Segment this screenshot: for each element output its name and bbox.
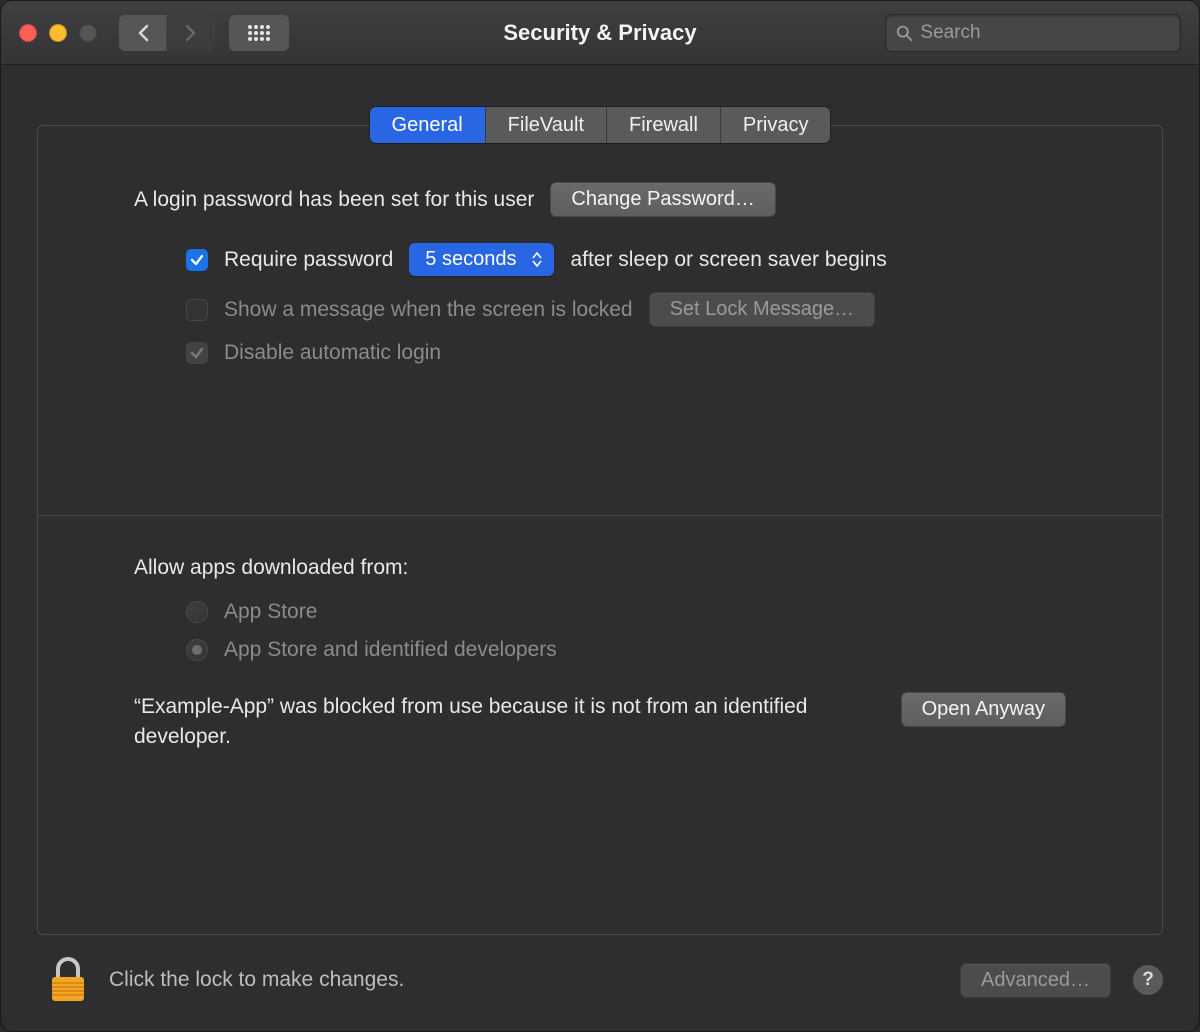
search-icon <box>896 24 912 42</box>
disable-auto-login-checkbox <box>186 342 208 364</box>
gatekeeper-option-identified: App Store and identified developers <box>134 638 1066 662</box>
question-mark-icon: ? <box>1142 969 1154 991</box>
login-password-row: A login password has been set for this u… <box>134 182 1066 217</box>
tab-firewall[interactable]: Firewall <box>607 107 721 143</box>
search-field[interactable] <box>885 14 1181 52</box>
updown-arrows-icon <box>532 252 542 267</box>
show-all-button[interactable] <box>229 15 289 51</box>
advanced-button: Advanced… <box>960 963 1111 998</box>
content-area: General FileVault Firewall Privacy A log… <box>1 65 1199 935</box>
traffic-lights <box>19 24 97 42</box>
chevron-right-icon <box>185 24 197 42</box>
password-delay-select[interactable]: 5 seconds <box>409 243 554 276</box>
open-anyway-button[interactable]: Open Anyway <box>901 692 1066 727</box>
tab-general[interactable]: General <box>370 107 486 143</box>
login-password-text: A login password has been set for this u… <box>134 188 534 212</box>
lock-text: Click the lock to make changes. <box>109 968 404 992</box>
grid-icon <box>248 25 270 41</box>
tab-filevault[interactable]: FileVault <box>486 107 607 143</box>
help-button[interactable]: ? <box>1133 965 1163 995</box>
titlebar: Security & Privacy <box>1 1 1199 65</box>
identified-radio <box>186 639 208 661</box>
blocked-app-row: “Example-App” was blocked from use becau… <box>134 692 1066 753</box>
after-sleep-label: after sleep or screen saver begins <box>570 248 886 272</box>
password-delay-value: 5 seconds <box>425 248 516 271</box>
show-message-checkbox <box>186 299 208 321</box>
checkmark-icon <box>190 253 204 267</box>
footer: Click the lock to make changes. Advanced… <box>1 935 1199 1031</box>
lock-icon[interactable] <box>49 957 87 1003</box>
require-password-label: Require password <box>224 248 393 272</box>
search-input[interactable] <box>920 22 1170 44</box>
tab-privacy[interactable]: Privacy <box>721 107 831 143</box>
appstore-radio-label: App Store <box>224 600 317 624</box>
lock-icon-svg <box>49 957 87 1003</box>
show-message-row: Show a message when the screen is locked… <box>134 292 1066 327</box>
require-password-row: Require password 5 seconds after sleep o… <box>134 243 1066 276</box>
panel: A login password has been set for this u… <box>37 125 1163 935</box>
blocked-app-text: “Example-App” was blocked from use becau… <box>134 692 871 753</box>
gatekeeper-heading: Allow apps downloaded from: <box>134 556 1066 580</box>
set-lock-message-button: Set Lock Message… <box>649 292 876 327</box>
chevron-left-icon <box>137 24 149 42</box>
appstore-radio <box>186 601 208 623</box>
gatekeeper-option-appstore: App Store <box>134 600 1066 624</box>
checkmark-icon <box>190 346 204 360</box>
minimize-button[interactable] <box>49 24 67 42</box>
identified-radio-label: App Store and identified developers <box>224 638 557 662</box>
require-password-checkbox[interactable] <box>186 249 208 271</box>
show-message-label: Show a message when the screen is locked <box>224 298 633 322</box>
nav-buttons <box>119 15 215 51</box>
preferences-window: Security & Privacy General FileVault Fir… <box>0 0 1200 1032</box>
forward-button <box>167 15 215 51</box>
zoom-button-disabled <box>79 24 97 42</box>
disable-auto-login-label: Disable automatic login <box>224 341 441 365</box>
disable-auto-login-row: Disable automatic login <box>134 341 1066 365</box>
change-password-button[interactable]: Change Password… <box>550 182 775 217</box>
close-button[interactable] <box>19 24 37 42</box>
back-button[interactable] <box>119 15 167 51</box>
tabs: General FileVault Firewall Privacy <box>37 107 1163 143</box>
